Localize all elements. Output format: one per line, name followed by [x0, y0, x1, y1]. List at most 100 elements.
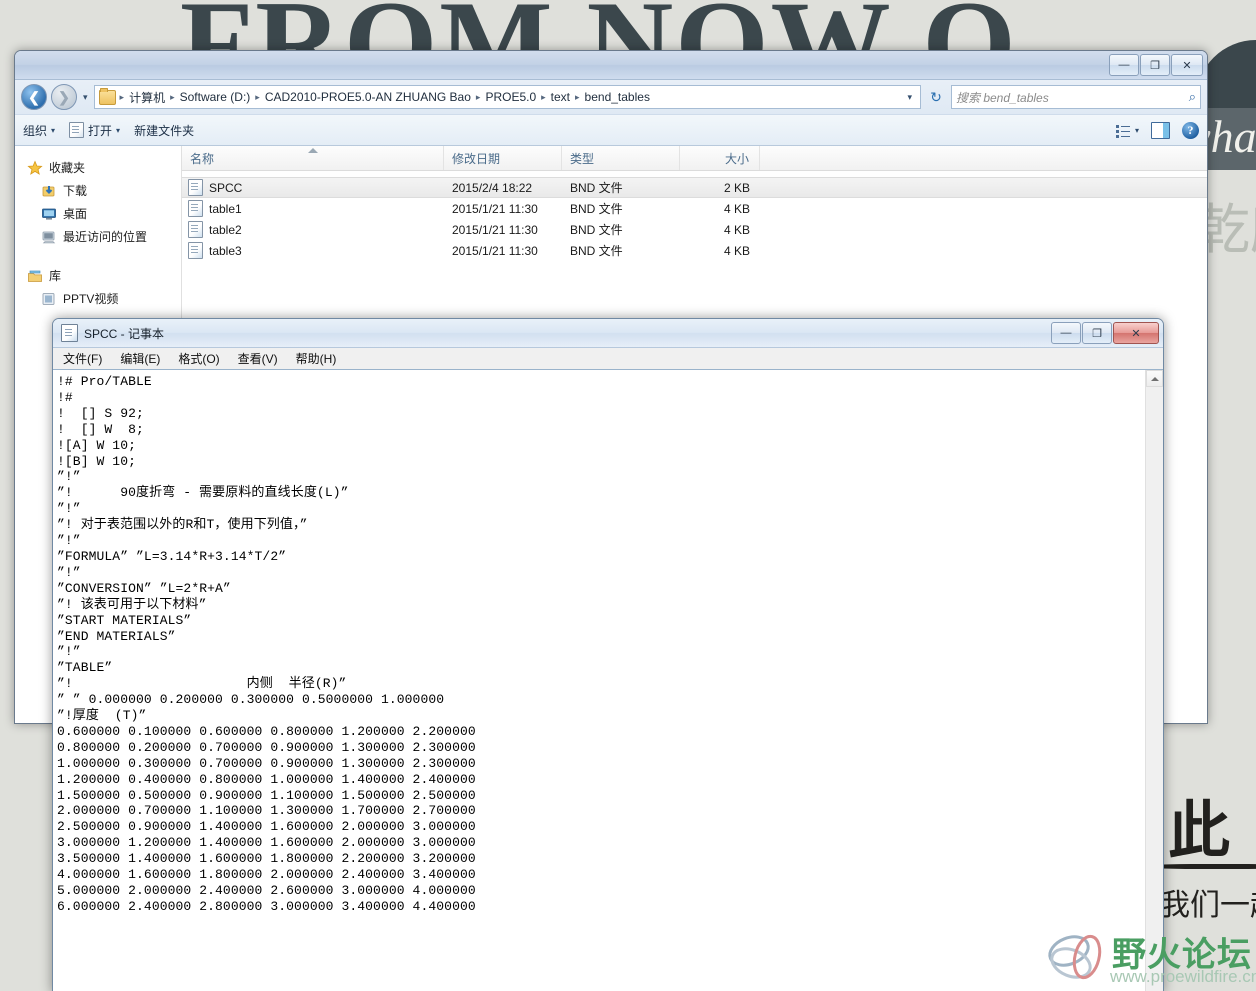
video-library-icon	[41, 291, 57, 307]
breadcrumb-item-4[interactable]: text	[548, 90, 573, 104]
table-row[interactable]: SPCC 2015/2/4 18:22 BND 文件 2 KB	[182, 177, 1207, 198]
desktop-icon	[41, 206, 57, 222]
wallpaper-cn-text-2: 此	[1168, 794, 1231, 867]
sidebar-item-desktop[interactable]: 桌面	[15, 202, 181, 225]
file-size-cell: 4 KB	[723, 243, 750, 258]
file-date-cell: 2015/1/21 11:30	[452, 243, 538, 258]
sidebar-item-libraries[interactable]: 库	[15, 264, 181, 287]
file-type-cell: BND 文件	[570, 244, 623, 258]
notepad-window[interactable]: SPCC - 记事本 — ❐ ✕ 文件(F) 编辑(E) 格式(O) 查看(V)…	[52, 318, 1164, 991]
menu-format[interactable]: 格式(O)	[176, 350, 221, 367]
notepad-maximize-button[interactable]: ❐	[1082, 322, 1112, 344]
star-icon	[27, 159, 43, 176]
file-name-label: table3	[209, 243, 242, 258]
explorer-close-button[interactable]: ✕	[1171, 54, 1203, 76]
nav-group-libraries: 库 PPTV视频	[15, 264, 181, 310]
scroll-up-button[interactable]	[1146, 370, 1163, 387]
menu-file[interactable]: 文件(F)	[61, 350, 104, 367]
file-type-cell: BND 文件	[570, 181, 623, 195]
file-size-cell: 4 KB	[723, 222, 750, 237]
organize-label: 组织	[23, 123, 48, 138]
notepad-vertical-scrollbar[interactable]	[1145, 370, 1163, 991]
file-name-label: table2	[209, 222, 242, 237]
new-folder-button[interactable]: 新建文件夹	[134, 122, 194, 139]
nav-group-favorites: 收藏夹 下载 桌面 最近访问的位置	[15, 156, 181, 248]
show-preview-pane-icon[interactable]	[1151, 121, 1170, 139]
notepad-icon	[61, 324, 78, 342]
downloads-icon	[41, 183, 57, 199]
file-icon	[188, 179, 203, 196]
library-icon	[27, 268, 43, 284]
breadcrumb-separator: ▸	[119, 91, 125, 102]
change-view-button[interactable]: ▾	[1115, 124, 1139, 138]
back-button[interactable]: ❮	[21, 84, 47, 110]
menu-edit[interactable]: 编辑(E)	[118, 350, 162, 367]
column-header-type[interactable]: 类型	[562, 146, 680, 170]
file-name-cell: SPCC	[182, 179, 444, 196]
file-list-header: 名称 修改日期 类型 大小	[182, 146, 1207, 171]
menu-help[interactable]: 帮助(H)	[294, 350, 339, 367]
open-button[interactable]: 打开 ▾	[69, 122, 120, 139]
refresh-icon[interactable]: ↻	[925, 86, 947, 108]
notepad-title-bar[interactable]: SPCC - 记事本 — ❐ ✕	[53, 319, 1163, 348]
breadcrumb-item-5[interactable]: bend_tables	[582, 90, 653, 104]
explorer-toolbar-right: ▾ ?	[1115, 121, 1199, 139]
forum-watermark: 野火论坛 www.proewildfire.cn	[1040, 925, 1256, 991]
breadcrumb: ▸ 计算机 ▸ Software (D:) ▸ CAD2010-PROE5.0-…	[118, 89, 653, 106]
file-date-cell: 2015/1/21 11:30	[452, 222, 538, 237]
explorer-window-controls: — ❐ ✕	[1109, 54, 1203, 76]
explorer-maximize-button[interactable]: ❐	[1140, 54, 1170, 76]
notepad-minimize-button[interactable]: —	[1051, 322, 1081, 344]
breadcrumb-item-0[interactable]: 计算机	[126, 89, 168, 106]
notepad-text-area[interactable]: !# Pro/TABLE !# ! [] S 92; ! [] W 8; ![A…	[53, 369, 1163, 991]
table-row[interactable]: table2 2015/1/21 11:30 BND 文件 4 KB	[182, 219, 1207, 240]
explorer-title-bar[interactable]: — ❐ ✕	[15, 51, 1207, 80]
chevron-down-icon[interactable]: ▾	[901, 92, 918, 103]
sidebar-label: 最近访问的位置	[63, 230, 148, 244]
search-input[interactable]: 搜索 bend_tables ⌕	[951, 85, 1201, 109]
notepad-close-button[interactable]: ✕	[1113, 322, 1159, 344]
recent-pages-dropdown-icon[interactable]: ▾	[81, 92, 90, 103]
column-header-size[interactable]: 大小	[680, 146, 760, 170]
forward-button[interactable]: ❯	[51, 84, 77, 110]
column-header-name-label: 名称	[190, 151, 215, 166]
help-icon[interactable]: ?	[1182, 121, 1199, 139]
breadcrumb-separator: ▸	[575, 91, 580, 102]
folder-icon	[98, 87, 116, 105]
organize-button[interactable]: 组织 ▾	[23, 122, 55, 139]
notepad-menu-bar: 文件(F) 编辑(E) 格式(O) 查看(V) 帮助(H)	[53, 348, 1163, 370]
address-bar[interactable]: ▸ 计算机 ▸ Software (D:) ▸ CAD2010-PROE5.0-…	[93, 85, 921, 109]
sidebar-label: 收藏夹	[49, 161, 86, 175]
breadcrumb-separator: ▸	[170, 91, 175, 102]
breadcrumb-item-2[interactable]: CAD2010-PROE5.0-AN ZHUANG Bao	[262, 90, 474, 104]
breadcrumb-separator: ▸	[255, 91, 260, 102]
table-row[interactable]: table1 2015/1/21 11:30 BND 文件 4 KB	[182, 198, 1207, 219]
sidebar-item-recent-places[interactable]: 最近访问的位置	[15, 225, 181, 248]
sidebar-item-favorites[interactable]: 收藏夹	[15, 156, 181, 179]
sidebar-item-downloads[interactable]: 下载	[15, 179, 181, 202]
sidebar-label: 库	[49, 269, 62, 283]
breadcrumb-item-3[interactable]: PROE5.0	[482, 90, 539, 104]
file-name-cell: table3	[182, 242, 444, 259]
column-header-name[interactable]: 名称	[182, 146, 444, 170]
notepad-title: SPCC - 记事本	[84, 326, 165, 341]
breadcrumb-separator: ▸	[475, 91, 481, 102]
notepad-icon	[69, 122, 85, 138]
file-size-cell: 4 KB	[723, 201, 750, 216]
file-icon	[188, 242, 203, 259]
chevron-down-icon: ▾	[1134, 125, 1139, 135]
breadcrumb-item-1[interactable]: Software (D:)	[177, 90, 254, 104]
file-type-cell: BND 文件	[570, 202, 623, 216]
menu-view[interactable]: 查看(V)	[236, 350, 280, 367]
chevron-down-icon: ▾	[116, 125, 121, 135]
table-row[interactable]: table3 2015/1/21 11:30 BND 文件 4 KB	[182, 240, 1207, 261]
sidebar-item-pptv-video[interactable]: PPTV视频	[15, 287, 181, 310]
sidebar-label: 桌面	[63, 207, 88, 221]
explorer-minimize-button[interactable]: —	[1109, 54, 1139, 76]
column-header-date[interactable]: 修改日期	[444, 146, 562, 170]
open-label: 打开	[88, 123, 113, 138]
notepad-text-content[interactable]: !# Pro/TABLE !# ! [] S 92; ! [] W 8; ![A…	[53, 370, 1145, 991]
notepad-window-controls: — ❐ ✕	[1051, 322, 1159, 344]
recent-places-icon	[41, 229, 57, 245]
